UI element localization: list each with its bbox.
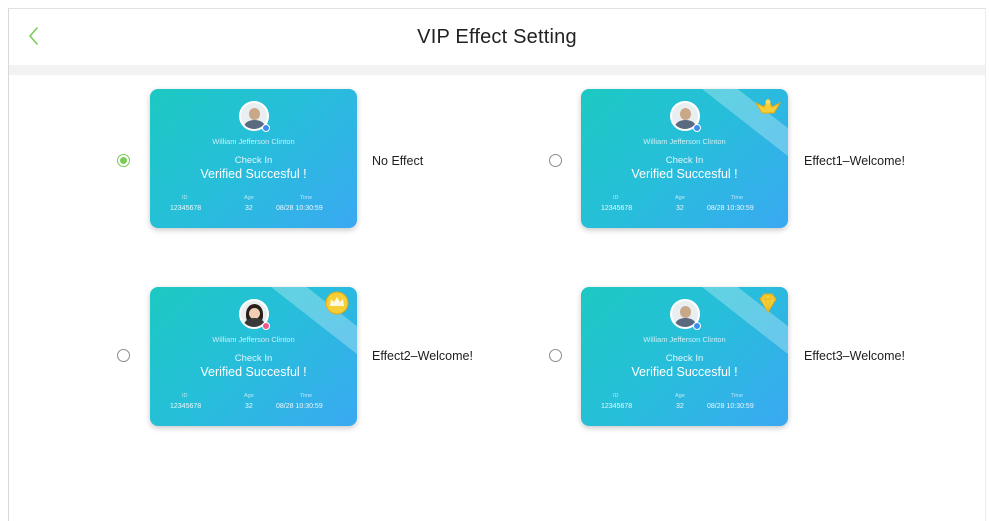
card-age-value: 32 [245,403,253,410]
option-label-no-effect: No Effect [372,154,424,168]
verified-badge-icon [262,322,270,330]
verified-badge-icon [693,124,701,132]
card-age-label: Age [244,393,254,399]
card-id-label: ID [613,195,619,201]
header-bar: VIP Effect Setting [9,9,985,65]
card-age-label: Age [675,393,685,399]
card-status: Check In [234,155,273,166]
card-age-label: Age [244,195,254,201]
card-age-value: 32 [245,205,253,212]
crown-icon [325,291,349,315]
page-title: VIP Effect Setting [417,26,577,48]
option-label-effect1: Effect1–Welcome! [804,154,905,168]
card-result: Verified Succesful ! [200,167,307,181]
card-time-value: 08/28 10:30:59 [276,205,323,212]
option-label-effect3: Effect3–Welcome! [804,349,905,363]
preview-card-effect2[interactable]: William Jefferson Clinton Check In Verif… [150,287,357,426]
preview-card-effect1[interactable]: William Jefferson Clinton Check In Verif… [581,89,788,228]
card-time-label: Time [300,195,313,201]
radio-effect1[interactable] [549,154,562,167]
verified-badge-icon [693,322,701,330]
card-id-value: 12345678 [170,205,202,212]
card-id-value: 12345678 [601,403,633,410]
card-result: Verified Succesful ! [631,365,738,379]
card-result: Verified Succesful ! [200,365,307,379]
card-id-label: ID [613,393,619,399]
card-time-value: 08/28 10:30:59 [707,205,754,212]
card-result: Verified Succesful ! [631,167,738,181]
vip-effect-screen: VIP Effect Setting William Jefferson Cli… [8,8,986,521]
card-time-label: Time [731,195,744,201]
card-age-value: 32 [676,205,684,212]
eagle-icon [754,97,782,114]
preview-card-no-effect[interactable]: William Jefferson Clinton Check In Verif… [150,89,357,228]
radio-effect3[interactable] [549,349,562,362]
card-id-value: 12345678 [601,205,633,212]
card-status: Check In [665,353,704,364]
option-label-effect2: Effect2–Welcome! [372,349,473,363]
card-id-value: 12345678 [170,403,202,410]
card-time-value: 08/28 10:30:59 [276,403,323,410]
card-age-value: 32 [676,403,684,410]
verified-badge-icon [262,124,270,132]
card-id-label: ID [182,393,188,399]
radio-effect2[interactable] [117,349,130,362]
header-divider [9,65,985,75]
card-person-name: William Jefferson Clinton [643,137,726,146]
card-id-label: ID [182,195,188,201]
card-time-label: Time [300,393,313,399]
card-person-name: William Jefferson Clinton [643,335,726,344]
card-person-name: William Jefferson Clinton [212,137,295,146]
card-time-label: Time [731,393,744,399]
card-time-value: 08/28 10:30:59 [707,403,754,410]
card-person-name: William Jefferson Clinton [212,335,295,344]
card-age-label: Age [675,195,685,201]
card-status: Check In [665,155,704,166]
radio-no-effect[interactable] [117,154,130,167]
diamond-icon [759,293,777,313]
card-status: Check In [234,353,273,364]
preview-card-effect3[interactable]: William Jefferson Clinton Check In Verif… [581,287,788,426]
